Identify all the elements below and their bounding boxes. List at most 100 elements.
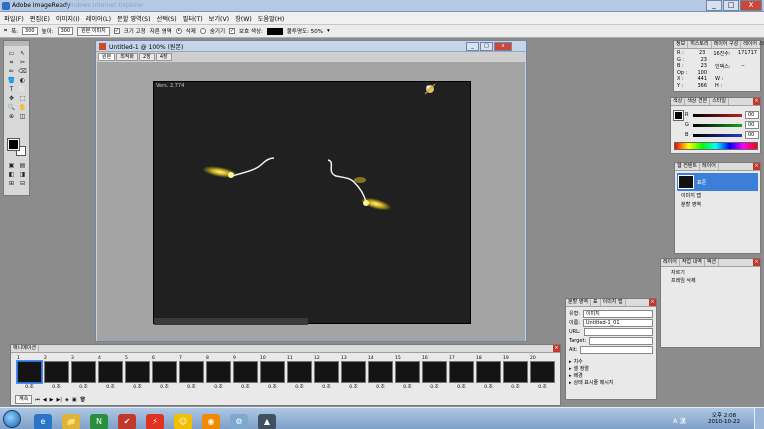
frame-delay[interactable]: 0.조 bbox=[314, 384, 339, 390]
toolbox-grip[interactable] bbox=[4, 41, 29, 46]
menu-item[interactable]: 이미지(I) bbox=[56, 14, 80, 23]
taskbar-app-icon[interactable]: ⚡ bbox=[146, 414, 164, 429]
tool-icon[interactable]: ⊕ bbox=[6, 112, 17, 121]
taskbar-app-icon[interactable]: ☺ bbox=[174, 414, 192, 429]
menu-item[interactable]: 파일(F) bbox=[4, 14, 24, 23]
taskbar-app-icon[interactable]: ✔ bbox=[118, 414, 136, 429]
document-tab[interactable]: 4장 bbox=[155, 53, 172, 61]
tool-icon[interactable]: ⬜ bbox=[17, 85, 28, 94]
frame-delay[interactable]: 0.조 bbox=[287, 384, 312, 390]
document-tab[interactable]: 2장 bbox=[139, 53, 155, 61]
crop-tool-icon[interactable]: ⌗ bbox=[4, 28, 7, 35]
color-channel-input[interactable]: 00 bbox=[745, 121, 759, 129]
menu-item[interactable]: 도움말(H) bbox=[258, 14, 285, 23]
animation-frame[interactable]: 16 0.조 bbox=[422, 356, 447, 390]
slice-name-input[interactable]: Untitled-1_01 bbox=[582, 318, 653, 327]
delete-frame-icon[interactable]: 🗑 bbox=[80, 397, 86, 403]
view-mode-icon[interactable]: ▤ bbox=[17, 161, 28, 170]
doc-maximize-button[interactable]: □ bbox=[480, 42, 493, 51]
animation-frame[interactable]: 18 0.조 bbox=[476, 356, 501, 390]
show-desktop-button[interactable] bbox=[754, 408, 764, 429]
view-mode-icon[interactable]: ⊟ bbox=[17, 179, 28, 188]
opacity-label[interactable]: 불투명도: 50% bbox=[287, 27, 323, 35]
color-channel-slider[interactable] bbox=[693, 123, 742, 127]
frame-delay[interactable]: 0.조 bbox=[125, 384, 150, 390]
animation-frame[interactable]: 17 0.조 bbox=[449, 356, 474, 390]
tool-icon[interactable]: 🔍 bbox=[6, 103, 17, 112]
panel-tab[interactable]: 이미지 맵 bbox=[601, 299, 626, 306]
tool-icon[interactable]: ▭ bbox=[6, 49, 17, 58]
tool-icon[interactable]: ✋ bbox=[17, 103, 28, 112]
menu-item[interactable]: 분할 영역(S) bbox=[117, 14, 151, 23]
taskbar-app-icon[interactable]: ▲ bbox=[258, 414, 276, 429]
animation-frame[interactable]: 8 0.조 bbox=[206, 356, 231, 390]
tool-icon[interactable]: ✏ bbox=[6, 67, 17, 76]
panel-tab[interactable]: 스타일 bbox=[710, 98, 730, 105]
image-canvas[interactable]: Vers. 2.774 bbox=[153, 81, 471, 325]
frame-delay[interactable]: 0.조 bbox=[233, 384, 258, 390]
panel-tab[interactable]: 정보 bbox=[674, 41, 689, 48]
minimize-button[interactable]: _ bbox=[706, 0, 722, 11]
panel-close-icon[interactable]: × bbox=[753, 98, 760, 105]
frame-delay[interactable]: 0.조 bbox=[260, 384, 285, 390]
frame-delay[interactable]: 0.조 bbox=[152, 384, 177, 390]
animation-frame[interactable]: 5 0.조 bbox=[125, 356, 150, 390]
delete-radio[interactable]: • bbox=[175, 28, 182, 34]
view-mode-icon[interactable]: ◧ bbox=[6, 170, 17, 179]
panel-tab[interactable]: 레이어 bbox=[661, 259, 680, 266]
tool-icon[interactable]: ✂ bbox=[17, 58, 28, 67]
frame-delay[interactable]: 0.조 bbox=[44, 384, 69, 390]
panel-tab[interactable]: 작업 내역 bbox=[680, 259, 705, 266]
panel-close-icon[interactable]: × bbox=[649, 299, 656, 306]
ime-indicator[interactable]: A 漢 bbox=[673, 415, 686, 425]
slice-target-input[interactable] bbox=[589, 336, 653, 345]
web-content-item[interactable]: 표준 bbox=[677, 173, 758, 191]
panel-tab[interactable]: 분할 영역 bbox=[566, 299, 591, 306]
document-tab[interactable]: 최적화 bbox=[116, 53, 139, 61]
color-channel-slider[interactable] bbox=[693, 113, 742, 117]
animation-frame[interactable]: 3 0.조 bbox=[71, 356, 96, 390]
slice-section[interactable]: ▸ 상태 표시줄 메시지 bbox=[569, 379, 653, 387]
animation-frame[interactable]: 4 0.조 bbox=[98, 356, 123, 390]
animation-frame[interactable]: 15 0.조 bbox=[395, 356, 420, 390]
view-mode-icon[interactable]: ◨ bbox=[17, 170, 28, 179]
foreground-color-swatch[interactable] bbox=[7, 138, 20, 151]
tool-icon[interactable]: ⬚ bbox=[17, 94, 28, 103]
panel-close-icon[interactable]: × bbox=[753, 259, 760, 266]
maximize-button[interactable]: □ bbox=[723, 0, 739, 11]
frame-delay[interactable]: 0.조 bbox=[530, 384, 555, 390]
hide-radio[interactable] bbox=[199, 28, 206, 34]
color-channel-input[interactable]: 00 bbox=[745, 111, 759, 119]
frame-delay[interactable]: 0.조 bbox=[422, 384, 447, 390]
menu-item[interactable]: 레이어(L) bbox=[86, 14, 111, 23]
slice-section[interactable]: ▸ 셀 정렬 bbox=[569, 365, 653, 373]
taskbar-app-icon[interactable]: ◉ bbox=[202, 414, 220, 429]
animation-frame[interactable]: 7 0.조 bbox=[179, 356, 204, 390]
frame-delay[interactable]: 0.조 bbox=[17, 384, 42, 390]
loop-select[interactable]: 계속 bbox=[15, 395, 33, 404]
first-frame-icon[interactable]: ⏮ bbox=[35, 397, 40, 403]
tool-icon[interactable]: ↖ bbox=[17, 49, 28, 58]
color-foreground-swatch[interactable] bbox=[673, 110, 684, 121]
panel-tab[interactable]: 표 bbox=[591, 299, 601, 306]
view-mode-icon[interactable]: ⊞ bbox=[6, 179, 17, 188]
menu-item[interactable]: 창(W) bbox=[235, 14, 252, 23]
menu-item[interactable]: 편집(E) bbox=[30, 14, 50, 23]
frame-delay[interactable]: 0.조 bbox=[206, 384, 231, 390]
animation-frame[interactable]: 13 0.조 bbox=[341, 356, 366, 390]
taskbar-app-icon[interactable]: 📁 bbox=[62, 414, 80, 429]
document-tab[interactable]: 원본 bbox=[98, 53, 116, 61]
play-icon[interactable]: ▶ bbox=[50, 397, 54, 403]
frame-delay[interactable]: 0.조 bbox=[71, 384, 96, 390]
animation-frame[interactable]: 10 0.조 bbox=[260, 356, 285, 390]
constrain-checkbox[interactable]: ✓ bbox=[113, 28, 120, 34]
slice-section[interactable]: ▸ 치수 bbox=[569, 358, 653, 366]
tool-icon[interactable]: ⌫ bbox=[17, 67, 28, 76]
color-channel-input[interactable]: 00 bbox=[745, 131, 759, 139]
tool-icon[interactable]: T bbox=[6, 85, 17, 94]
taskbar-app-icon[interactable]: e bbox=[34, 414, 52, 429]
frame-delay[interactable]: 0.조 bbox=[98, 384, 123, 390]
system-clock[interactable]: 오후 2:08 2010-10-22 bbox=[708, 411, 740, 425]
shield-checkbox[interactable]: ✓ bbox=[229, 28, 236, 34]
animation-frame[interactable]: 14 0.조 bbox=[368, 356, 393, 390]
